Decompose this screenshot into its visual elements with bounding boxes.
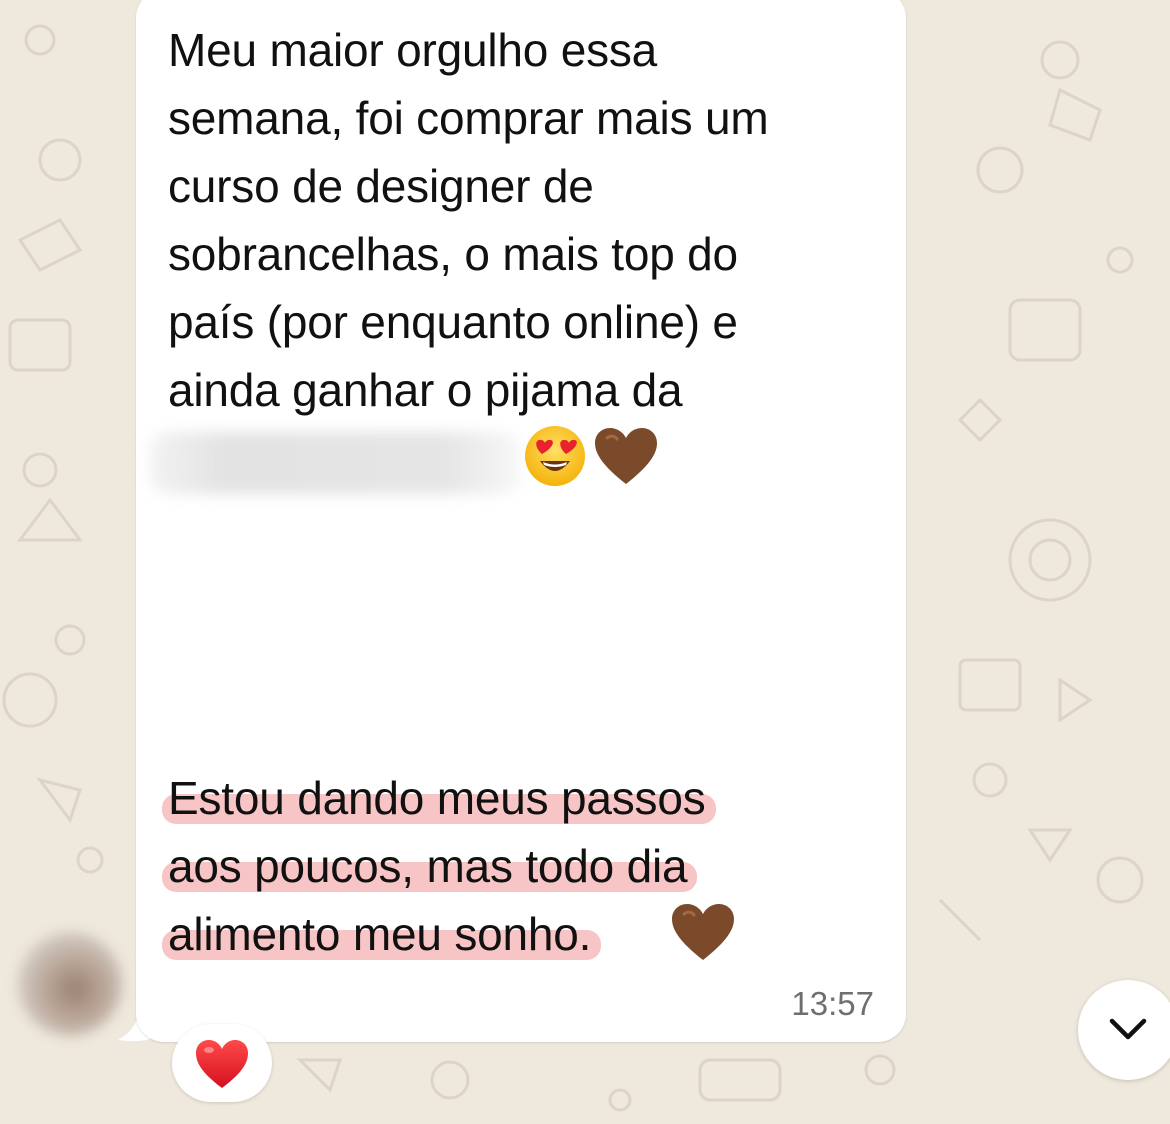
chevron-down-icon [1109,1018,1147,1040]
avatar[interactable] [18,932,122,1036]
message-line: curso de designer de [168,160,594,212]
message-line: sobrancelhas, o mais top do [168,228,738,280]
message-line: país (por enquanto online) e [168,296,738,348]
heart-eyes-emoji [525,426,585,486]
highlighted-text: alimento meu sonho. [161,900,602,968]
message-line: ainda ganhar o pijama da [168,364,683,416]
highlighted-text: Estou dando meus passos [162,764,716,832]
message-line-highlighted: aos poucos, mas todo dia [161,832,706,900]
reaction-pill[interactable] [172,1024,272,1102]
message-line: Meu maior orgulho essa [168,24,658,76]
message-timestamp: 13:57 [791,985,874,1022]
message-line-highlighted: alimento meu sonho. [161,900,706,968]
red-heart-emoji [196,1040,248,1088]
brown-heart-emoji [595,428,657,484]
message-line-highlighted: Estou dando meus passos [162,764,716,832]
blurred-redacted-text [150,432,520,494]
message-text-part1: Meu maior orgulho essa semana, foi compr… [168,16,769,424]
highlighted-text: aos poucos, mas todo dia [161,832,698,900]
scroll-down-button[interactable] [1078,980,1170,1080]
message-text-part2: Estou dando meus passos aos poucos, mas … [161,764,716,968]
message-line: semana, foi comprar mais um [168,92,769,144]
